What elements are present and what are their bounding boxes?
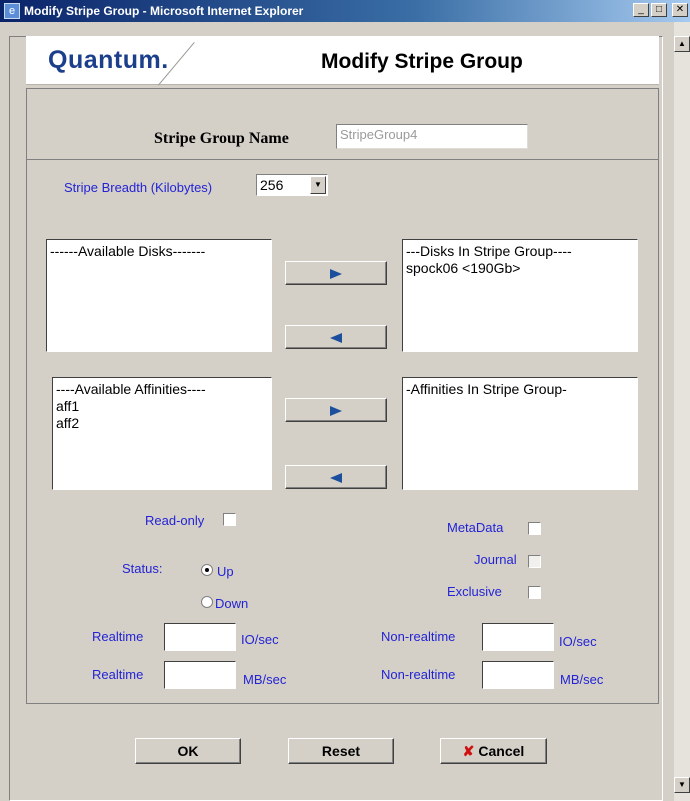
non-realtime-io-input[interactable] bbox=[482, 623, 554, 651]
ok-button[interactable]: OK bbox=[135, 738, 241, 764]
available-affinities-list[interactable]: ----Available Affinities---- aff1 aff2 bbox=[52, 377, 272, 490]
stripe-group-disks-list[interactable]: ---Disks In Stripe Group---- spock06 <19… bbox=[402, 239, 638, 352]
non-realtime-mb-label: Non-realtime bbox=[381, 667, 456, 682]
scroll-up-icon[interactable]: ▲ bbox=[674, 36, 690, 52]
cancel-button[interactable]: ✘ Cancel bbox=[440, 738, 547, 764]
close-button[interactable]: ✕ bbox=[672, 3, 688, 17]
status-up-label: Up bbox=[217, 564, 234, 579]
radio-selected-dot bbox=[205, 568, 209, 572]
cancel-label: Cancel bbox=[478, 743, 525, 759]
add-affinity-button[interactable] bbox=[285, 398, 387, 422]
non-realtime-io-label: Non-realtime bbox=[381, 629, 456, 644]
list-item[interactable]: aff2 bbox=[56, 415, 268, 432]
list-header: ---Disks In Stripe Group---- bbox=[406, 243, 572, 259]
status-up-radio[interactable] bbox=[201, 564, 213, 576]
list-header: -Affinities In Stripe Group- bbox=[406, 381, 567, 397]
list-item[interactable]: spock06 <190Gb> bbox=[406, 260, 634, 277]
arrow-right-icon bbox=[330, 406, 342, 416]
stripe-group-name-label: Stripe Group Name bbox=[154, 130, 289, 147]
chevron-down-icon[interactable]: ▼ bbox=[310, 176, 326, 194]
cancel-x-icon: ✘ bbox=[462, 743, 475, 759]
add-disk-button[interactable] bbox=[285, 261, 387, 285]
stripe-group-affinities-list[interactable]: -Affinities In Stripe Group- bbox=[402, 377, 638, 490]
non-realtime-io-unit: IO/sec bbox=[559, 634, 597, 649]
list-header: ------Available Disks------- bbox=[50, 243, 206, 259]
available-disks-list[interactable]: ------Available Disks------- bbox=[46, 239, 272, 352]
arrow-right-icon bbox=[330, 269, 342, 279]
non-realtime-mb-input[interactable] bbox=[482, 661, 554, 689]
realtime-mb-unit: MB/sec bbox=[243, 672, 287, 687]
page-header: Quantum. Modify Stripe Group bbox=[26, 36, 659, 86]
exclusive-label: Exclusive bbox=[447, 584, 502, 599]
scroll-down-icon[interactable]: ▼ bbox=[674, 777, 690, 793]
non-realtime-mb-unit: MB/sec bbox=[560, 672, 604, 687]
status-down-radio[interactable] bbox=[201, 596, 213, 608]
realtime-mb-input[interactable] bbox=[164, 661, 236, 689]
window-title-bar: e Modify Stripe Group - Microsoft Intern… bbox=[0, 0, 690, 22]
window-title: Modify Stripe Group - Microsoft Internet… bbox=[24, 4, 304, 18]
list-header: ----Available Affinities---- bbox=[56, 381, 206, 397]
exclusive-checkbox[interactable] bbox=[528, 586, 541, 599]
vertical-scrollbar[interactable]: ▲ ▼ bbox=[674, 22, 690, 801]
realtime-io-input[interactable] bbox=[164, 623, 236, 651]
divider bbox=[27, 159, 658, 160]
ie-icon: e bbox=[4, 3, 20, 19]
stripe-group-name-input[interactable]: StripeGroup4 bbox=[336, 124, 528, 149]
list-item[interactable]: aff1 bbox=[56, 398, 268, 415]
realtime-io-unit: IO/sec bbox=[241, 632, 279, 647]
stripe-breadth-select[interactable]: 256 ▼ bbox=[256, 174, 328, 196]
maximize-button[interactable]: □ bbox=[651, 3, 667, 17]
realtime-io-label: Realtime bbox=[92, 629, 144, 644]
page-title: Modify Stripe Group bbox=[321, 50, 523, 73]
reset-button[interactable]: Reset bbox=[288, 738, 394, 764]
realtime-mb-label: Realtime bbox=[92, 667, 144, 682]
stripe-breadth-label: Stripe Breadth (Kilobytes) bbox=[64, 180, 213, 195]
arrow-left-icon bbox=[330, 473, 342, 483]
metadata-checkbox[interactable] bbox=[528, 522, 541, 535]
journal-checkbox[interactable] bbox=[528, 555, 541, 568]
arrow-left-icon bbox=[330, 333, 342, 343]
minimize-button[interactable]: _ bbox=[633, 3, 649, 17]
status-down-label: Down bbox=[215, 596, 249, 611]
stripe-breadth-value: 256 bbox=[260, 177, 284, 193]
journal-label: Journal bbox=[474, 552, 517, 567]
remove-affinity-button[interactable] bbox=[285, 465, 387, 489]
metadata-label: MetaData bbox=[447, 520, 504, 535]
read-only-label: Read-only bbox=[145, 513, 205, 528]
remove-disk-button[interactable] bbox=[285, 325, 387, 349]
quantum-logo: Quantum. bbox=[48, 46, 169, 74]
read-only-checkbox[interactable] bbox=[223, 513, 236, 526]
status-label: Status: bbox=[122, 561, 163, 576]
